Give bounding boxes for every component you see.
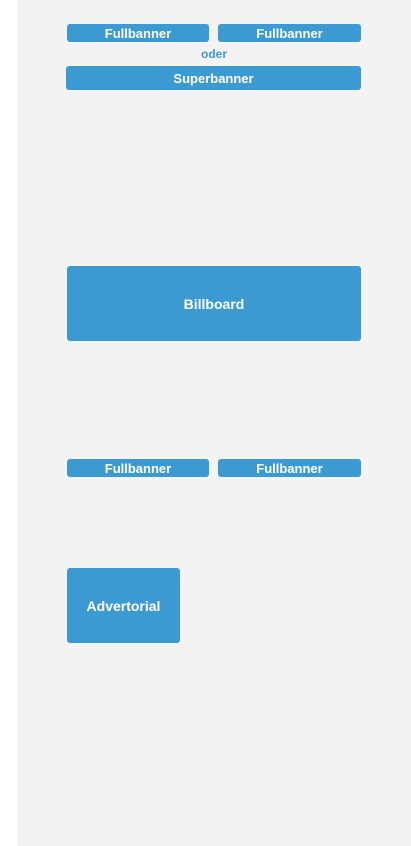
billboard-slot: Billboard bbox=[67, 266, 361, 341]
advertorial-slot: Advertorial bbox=[67, 568, 180, 643]
fullbanner-top-right: Fullbanner bbox=[218, 24, 361, 42]
fullbanner-middle-right: Fullbanner bbox=[218, 459, 361, 477]
ad-placement-panel bbox=[17, 0, 411, 846]
superbanner-slot: Superbanner bbox=[66, 66, 361, 90]
oder-separator: oder bbox=[200, 47, 227, 61]
fullbanner-top-left: Fullbanner bbox=[67, 24, 209, 42]
fullbanner-middle-left: Fullbanner bbox=[67, 459, 209, 477]
